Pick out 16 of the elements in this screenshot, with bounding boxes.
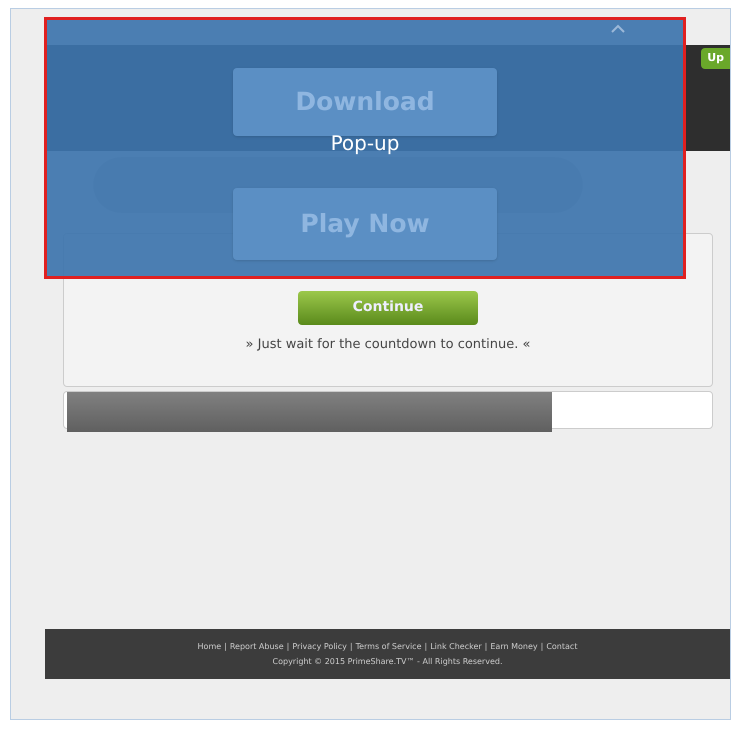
footer-link[interactable]: Link Checker — [430, 640, 482, 652]
link-separator: | — [350, 640, 353, 652]
footer-link[interactable]: Earn Money — [490, 640, 538, 652]
chevron-icon[interactable] — [610, 24, 626, 34]
link-separator: | — [540, 640, 544, 652]
link-separator: | — [424, 640, 428, 652]
footer-link[interactable]: Terms of Service — [356, 640, 422, 652]
footer-link[interactable]: Contact — [546, 640, 578, 652]
footer-link[interactable]: Report Abuse — [230, 640, 284, 652]
link-separator: | — [484, 640, 488, 652]
copyright-text: Copyright © 2015 PrimeShare.TV™ - All Rights Reserved. — [272, 656, 502, 668]
link-separator: | — [224, 640, 227, 652]
footer-link[interactable]: Home — [198, 640, 222, 652]
countdown-message: » Just wait for the countdown to continue. « — [246, 336, 530, 354]
link-separator: | — [286, 640, 290, 652]
footer-link[interactable]: Privacy Policy — [292, 640, 347, 652]
